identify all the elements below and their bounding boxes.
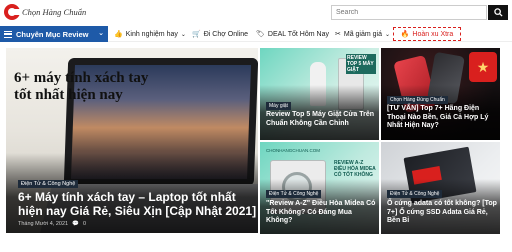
post-date: Tháng Mười 4, 2021 <box>18 221 69 227</box>
nav-item-label: DEAL Tốt Hôm Nay <box>267 30 329 38</box>
nav-item-label: Kinh nghiệm hay <box>125 30 178 38</box>
chevron-down-icon: ⌄ <box>180 31 186 38</box>
category-badge[interactable]: Điện Tử & Công Nghệ <box>266 190 322 198</box>
category-badge[interactable]: Chọn Hàng Đúng Chuẩn <box>387 96 448 104</box>
menu-icon <box>4 30 12 38</box>
percent-icon: ✂ <box>335 31 341 38</box>
main-nav: Chuyên Mục Review ⌄ 👍 Kinh nghiệm hay ⌄ … <box>0 26 512 42</box>
post-card[interactable]: ★ Chọn Hàng Đúng Chuẩn [TƯ VẤN] Top 7+ H… <box>381 48 500 140</box>
chevron-down-icon: ⌄ <box>98 30 104 37</box>
logo-text: Chọn Hàng Chuẩn <box>22 7 87 17</box>
tag-icon: 🏷 <box>256 31 265 38</box>
post-title[interactable]: Review Top 5 Máy Giặt Cửa Trên Chuẩn Khô… <box>266 111 376 128</box>
category-badge[interactable]: Điện Tử & Công Nghệ <box>387 190 443 198</box>
comment-count: 0 <box>82 221 87 227</box>
chevron-down-icon: ⌄ <box>385 31 391 38</box>
post-card[interactable]: REVIEW TOP 5 MÁY GIẶT Máy giặt Review To… <box>260 48 379 140</box>
post-title[interactable]: [TƯ VẤN] Top 7+ Hãng Điện Thoại Nào Bền,… <box>387 105 497 131</box>
nav-item-di-cho-online[interactable]: 🛒 Đi Chợ Online <box>192 26 248 42</box>
featured-post[interactable]: 6+ máy tính xách tay tốt nhất hiện nay Đ… <box>6 48 258 233</box>
search-icon <box>493 8 503 17</box>
nav-item-deal-tot[interactable]: 🏷 DEAL Tốt Hôm Nay <box>256 26 329 42</box>
nav-item-ma-giam-gia[interactable]: ✂ Mã giảm giá ⌄ <box>335 26 390 42</box>
thumbnail-badge: REVIEW TOP 5 MÁY GIẶT <box>346 54 376 74</box>
post-title[interactable]: "Review A-Z" Điều Hòa Midea Có Tốt Không… <box>266 200 376 226</box>
nav-item-kinh-nghiem[interactable]: 👍 Kinh nghiệm hay ⌄ <box>114 26 186 42</box>
site-logo[interactable]: Chọn Hàng Chuẩn <box>4 4 86 20</box>
nav-item-label: Đi Chợ Online <box>203 30 248 38</box>
site-header: Chọn Hàng Chuẩn <box>0 0 512 26</box>
comment-icon: 💬 <box>72 221 79 227</box>
category-menu-button[interactable]: Chuyên Mục Review ⌄ <box>0 26 108 42</box>
thumbnail-badge: REVIEW A-Z ĐIỀU HÒA MIDEA CÓ TỐT KHÔNG <box>334 160 376 178</box>
category-menu-label: Chuyên Mục Review <box>16 29 89 39</box>
search-input[interactable] <box>331 5 487 20</box>
fire-icon: 🔥 <box>400 31 410 38</box>
nav-item-hoan-xu[interactable]: 🔥 Hoàn xu Xtra <box>393 27 461 41</box>
site-watermark: CHONHANGCHUAN.COM <box>266 148 320 153</box>
category-badge[interactable]: Điện Tử & Công Nghệ <box>18 180 79 188</box>
category-badge[interactable]: Máy giặt <box>266 102 291 110</box>
featured-image-caption: 6+ máy tính xách tay tốt nhất hiện nay <box>14 70 149 103</box>
post-title[interactable]: Ổ cứng adata có tốt không? [Top 7+] Ổ cứ… <box>387 200 497 226</box>
post-meta: Tháng Mười 4, 2021 💬 0 <box>18 221 86 227</box>
featured-post-title[interactable]: 6+ Máy tính xách tay – Laptop tốt nhất h… <box>18 190 258 218</box>
nav-item-label: Hoàn xu Xtra <box>412 30 454 38</box>
search-button[interactable] <box>488 5 508 20</box>
post-card[interactable]: CHONHANGCHUAN.COM REVIEW A-Z ĐIỀU HÒA MI… <box>260 142 379 234</box>
post-card[interactable]: Điện Tử & Công Nghệ Ổ cứng adata có tốt … <box>381 142 500 234</box>
logo-mark-icon <box>4 4 21 20</box>
nav-item-label: Mã giảm giá <box>343 30 383 38</box>
star-icon: ★ <box>469 52 497 82</box>
cart-icon: 🛒 <box>192 31 201 38</box>
thumbs-up-icon: 👍 <box>114 31 123 38</box>
